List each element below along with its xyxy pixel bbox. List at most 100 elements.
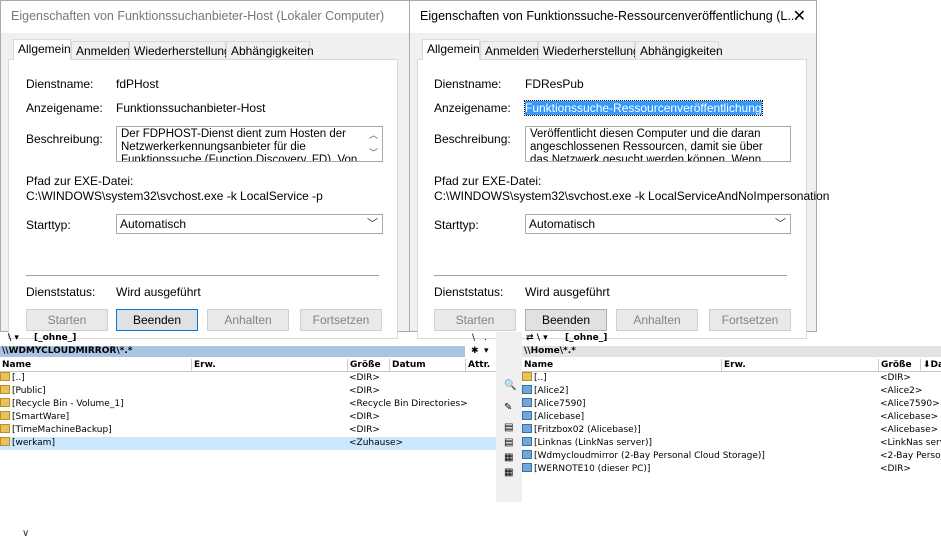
anzeigename-value[interactable]: Funktionssuche-Ressourcenveröffentlichun… (524, 100, 763, 116)
tab-anmelden[interactable]: Anmelden (71, 41, 130, 59)
computer-icon (522, 411, 532, 420)
dienstname-label: Dienstname: (26, 77, 94, 91)
list-item[interactable]: [SmartWare] <DIR> (0, 411, 496, 424)
starttyp-selected: Automatisch (529, 217, 596, 231)
tab-allgemein[interactable]: Allgemein (422, 39, 480, 60)
list-item[interactable]: [TimeMachineBackup] <DIR> (0, 424, 496, 437)
starttyp-select[interactable]: Automatisch ﹀ (116, 214, 383, 234)
dienststatus-label: Dienststatus: (434, 285, 504, 299)
dienstname-value: FDResPub (525, 77, 584, 91)
list-item[interactable]: [Alicebase] <Alicebase> (522, 411, 941, 424)
list-item[interactable]: [Alice2] <Alice2> (522, 385, 941, 398)
col-size[interactable]: Größe (878, 359, 912, 371)
computer-icon (522, 463, 532, 472)
col-date[interactable]: Datum (389, 359, 426, 371)
beschreibung-text: Der FDPHOST-Dienst dient zum Hosten der … (121, 128, 358, 162)
drive-bar: \ ▾ [_ohne_] \ . (0, 332, 496, 345)
col-name[interactable]: Name (524, 359, 553, 371)
scroll-up-icon[interactable]: ︿ (369, 129, 378, 142)
tab-page-general: Dienstname: FDResPub Anzeigename: Funkti… (417, 59, 829, 339)
beschreibung-textbox[interactable]: Veröffentlicht diesen Computer und die d… (525, 126, 791, 162)
list-icon[interactable]: ▤ (504, 437, 513, 448)
fortsetzen-button[interactable]: Fortsetzen (300, 309, 382, 331)
col-attr[interactable]: Attr. (465, 359, 490, 371)
tab-abhaengigkeiten[interactable]: Abhängigkeiten (635, 41, 723, 59)
list-item[interactable]: [Linknas (LinkNas server)] <LinkNas serv (522, 437, 941, 450)
list-item[interactable]: [WERNOTE10 (dieser PC)] <DIR> (522, 463, 941, 476)
chevron-down-icon[interactable]: ﹀ (367, 215, 378, 233)
chevron-down-icon[interactable]: ∨ (22, 528, 29, 539)
starten-button[interactable]: Starten (26, 309, 108, 331)
anzeigename-label: Anzeigename: (434, 101, 511, 115)
starttyp-label: Starttyp: (26, 218, 71, 232)
tab-allgemein[interactable]: Allgemein (13, 39, 71, 60)
anhalten-button[interactable]: Anhalten (207, 309, 289, 331)
divider (434, 275, 787, 276)
tab-wiederherstellung[interactable]: Wiederherstellung (538, 41, 640, 59)
chevron-down-icon[interactable]: ▾ (484, 346, 489, 356)
pfad-label: Pfad zur EXE-Datei: (434, 174, 542, 188)
drive-select[interactable]: \ ▾ (8, 332, 19, 345)
description-scrollbar[interactable]: ︿ ﹀ (366, 127, 382, 161)
dienststatus-value: Wird ausgeführt (116, 285, 201, 299)
col-size[interactable]: Größe (347, 359, 381, 371)
starttyp-selected: Automatisch (120, 217, 187, 231)
starttyp-select[interactable]: Automatisch ﹀ (525, 214, 791, 234)
left-properties-dialog: Eigenschaften von Funktionssuchanbieter-… (0, 0, 410, 339)
computer-icon (522, 450, 532, 459)
col-ext[interactable]: Erw. (721, 359, 746, 371)
list-item[interactable]: [Public] <DIR> (0, 385, 496, 398)
anhalten-button[interactable]: Anhalten (616, 309, 698, 331)
path-bar[interactable]: \\Home\*.* (522, 346, 941, 357)
dienstname-value: fdPHost (116, 77, 159, 91)
list-icon[interactable]: ▤ (504, 422, 513, 433)
drive-bar: ⇄ \ ▾ [_ohne_] (522, 332, 941, 345)
dialog-title: Eigenschaften von Funktionssuchanbieter-… (11, 9, 385, 23)
scroll-down-icon[interactable]: ﹀ (369, 147, 378, 160)
list-item[interactable]: [Fritzbox02 (Alicebase)] <Alicebase> (522, 424, 941, 437)
column-header: Name Erw. Größe Datum Attr. (0, 359, 496, 372)
dot-button[interactable]: . (484, 332, 487, 345)
col-date[interactable]: ⬇Da (920, 359, 941, 371)
anzeigename-value[interactable]: Funktionssuchanbieter-Host (116, 101, 265, 115)
search-icon[interactable]: 🔍 (504, 380, 516, 391)
col-name[interactable]: Name (2, 359, 31, 371)
column-header: Name Erw. Größe ⬇Da (522, 359, 941, 372)
title-bar: Eigenschaften von Funktionssuchanbieter-… (1, 1, 409, 33)
tab-wiederherstellung[interactable]: Wiederherstellung (129, 41, 231, 59)
tab-anmelden[interactable]: Anmelden (480, 41, 539, 59)
beenden-button[interactable]: Beenden (116, 309, 198, 331)
left-file-panel: \ ▾ [_ohne_] \ . \\WDMYCLOUDMIRROR\*.* ✱… (0, 332, 496, 502)
list-item[interactable]: [..] <DIR> (0, 372, 496, 385)
drive-select[interactable]: ⇄ \ ▾ (526, 332, 548, 345)
starten-button[interactable]: Starten (434, 309, 516, 331)
list-item[interactable]: [Wdmycloudmirror (2-Bay Personal Cloud S… (522, 450, 941, 463)
path-bar[interactable]: \\WDMYCLOUDMIRROR\*.* (0, 346, 465, 357)
beschreibung-textbox[interactable]: Der FDPHOST-Dienst dient zum Hosten der … (116, 126, 383, 162)
computer-icon (522, 424, 532, 433)
folder-icon (0, 398, 10, 407)
divider (26, 275, 379, 276)
beenden-button[interactable]: Beenden (525, 309, 607, 331)
grid-icon[interactable]: ▦ (504, 467, 513, 478)
dienststatus-value: Wird ausgeführt (525, 285, 610, 299)
folder-icon (0, 424, 10, 433)
history-icon[interactable]: ✱ (471, 346, 479, 356)
right-properties-dialog: Eigenschaften von Funktionssuche-Ressour… (409, 0, 829, 339)
fortsetzen-button[interactable]: Fortsetzen (709, 309, 791, 331)
list-item[interactable]: [Alice7590] <Alice7590> (522, 398, 941, 411)
root-button[interactable]: \ (472, 332, 475, 345)
list-item-selected[interactable]: [werkam] <Zuhause> (0, 437, 496, 450)
col-ext[interactable]: Erw. (191, 359, 216, 371)
chevron-down-icon[interactable]: ﹀ (775, 215, 786, 233)
list-item[interactable]: [Recycle Bin - Volume_1] <Recycle Bin Dir… (0, 398, 496, 411)
tab-abhaengigkeiten[interactable]: Abhängigkeiten (226, 41, 314, 59)
drive-label: [_ohne_] (34, 333, 77, 343)
beschreibung-label: Beschreibung: (26, 132, 103, 146)
edit-icon[interactable]: ✎ (504, 402, 512, 413)
beschreibung-text: Veröffentlicht diesen Computer und die d… (530, 128, 763, 162)
grid-icon[interactable]: ▦ (504, 452, 513, 463)
dienstname-label: Dienstname: (434, 77, 502, 91)
close-icon[interactable]: ✕ (793, 6, 806, 26)
list-item[interactable]: [..] <DIR> (522, 372, 941, 385)
